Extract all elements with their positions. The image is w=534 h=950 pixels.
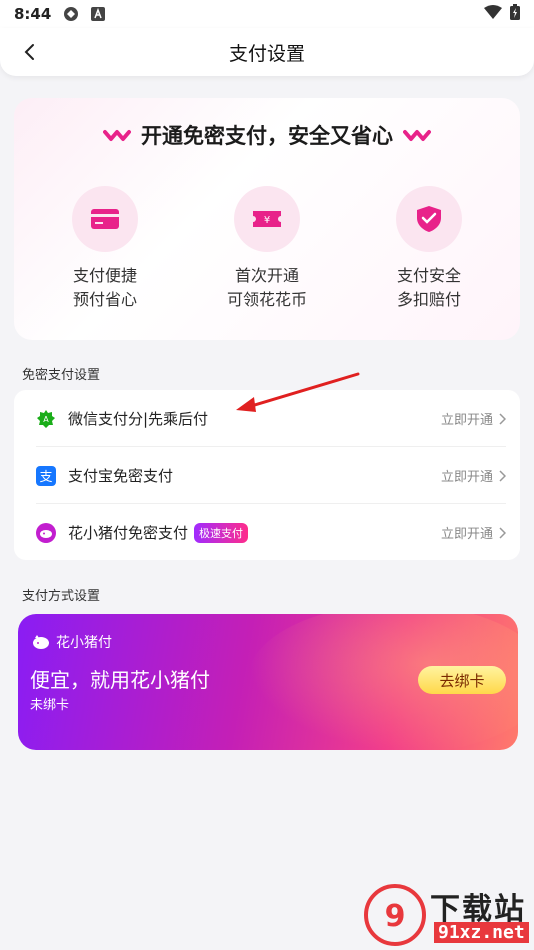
status-right: [484, 4, 520, 24]
feature-circle: [396, 186, 462, 252]
svg-text:支: 支: [39, 470, 52, 485]
status-bar: 8:44: [0, 0, 534, 28]
open-now-link[interactable]: 立即开通: [441, 466, 506, 485]
promo-card: 开通免密支付，安全又省心 支付便捷 预付省心 ¥ 首次开通 可领花花币 支付安全…: [14, 98, 520, 340]
feature-text: 支付安全 多扣赔付: [364, 264, 494, 312]
app-notification-icon: [63, 6, 79, 22]
watermark-logo-icon: 9: [364, 884, 426, 946]
chevron-left-icon: [24, 44, 34, 60]
svg-text:9: 9: [385, 899, 406, 934]
row-label: 微信支付分|先乘后付: [68, 410, 209, 428]
feature-circle: ¥: [234, 186, 300, 252]
chevron-right-icon: [499, 469, 506, 482]
wave-right-icon: [403, 130, 431, 141]
watermark-url: 91xz.net: [434, 922, 529, 943]
feature-line-2: 多扣赔付: [396, 290, 461, 309]
feature-text: 首次开通 可领花花币: [202, 264, 332, 312]
wechat-pay-score-icon: A: [36, 409, 56, 429]
row-label: 花小猪付免密支付: [68, 524, 189, 542]
card-icon: [91, 209, 119, 229]
wave-left-icon: [103, 130, 131, 141]
huaxiaozhu-pay-icon: [36, 522, 56, 543]
feature-circle: [72, 186, 138, 252]
back-button[interactable]: [18, 40, 42, 64]
promo-title-row: 开通免密支付，安全又省心: [14, 120, 520, 150]
svg-text:A: A: [43, 415, 49, 424]
row-action-label: 立即开通: [440, 527, 493, 542]
bind-card-button[interactable]: 去绑卡: [418, 666, 506, 694]
battery-icon: [510, 4, 520, 24]
svg-text:¥: ¥: [264, 215, 270, 226]
open-now-link[interactable]: 立即开通: [441, 523, 506, 542]
chevron-right-icon: [499, 412, 506, 425]
feature-line-1: 支付安全: [396, 266, 461, 285]
row-action-label: 立即开通: [440, 470, 493, 485]
annotation-arrow-icon: [236, 372, 360, 412]
feature-secure: 支付安全 多扣赔付: [364, 186, 494, 312]
nav-bar: 支付设置: [0, 28, 534, 76]
payment-method-section-label: 支付方式设置: [22, 589, 101, 604]
card-status: 未绑卡: [30, 698, 70, 713]
pay-headline: 便宜，就用花小猪付: [30, 668, 210, 692]
row-action-label: 立即开通: [440, 413, 493, 428]
row-label: 支付宝免密支付: [68, 467, 174, 485]
watermark: 9 下载站 91xz.net: [364, 880, 534, 950]
huaxiaozhu-pay-row[interactable]: 花小猪付免密支付 极速支付 立即开通: [14, 504, 520, 561]
feature-first-open: ¥ 首次开通 可领花花币: [202, 186, 332, 312]
huaxiaozhu-pay-card[interactable]: 花小猪付 便宜，就用花小猪付 未绑卡 去绑卡: [18, 614, 518, 750]
feature-text: 支付便捷 预付省心: [40, 264, 170, 312]
coupon-icon: ¥: [253, 211, 281, 227]
open-now-link[interactable]: 立即开通: [441, 409, 506, 428]
pay-brand: 花小猪付: [56, 635, 112, 651]
promo-title: 开通免密支付，安全又省心: [141, 124, 393, 148]
page-title: 支付设置: [228, 42, 305, 65]
feature-line-1: 支付便捷: [72, 266, 137, 285]
feature-line-2: 可领花花币: [226, 290, 307, 309]
fast-pay-badge: 极速支付: [194, 522, 249, 543]
pig-logo-icon: [33, 635, 49, 649]
password-free-list: A 微信支付分|先乘后付 立即开通 支 支付宝免密支付 立即开通 花小猪付免密支…: [14, 390, 520, 560]
wifi-icon: [484, 5, 502, 23]
app-a-icon: [91, 7, 106, 21]
alipay-row[interactable]: 支 支付宝免密支付 立即开通: [14, 447, 520, 504]
status-time: 8:44: [14, 5, 52, 23]
alipay-icon: 支: [36, 465, 56, 486]
pay-brand-row: 花小猪付: [32, 632, 112, 652]
feature-line-1: 首次开通: [234, 266, 299, 285]
chevron-right-icon: [499, 526, 506, 539]
password-free-section-label: 免密支付设置: [22, 368, 101, 383]
shield-check-icon: [417, 206, 441, 232]
feature-convenient: 支付便捷 预付省心: [40, 186, 170, 312]
feature-line-2: 预付省心: [72, 290, 137, 309]
